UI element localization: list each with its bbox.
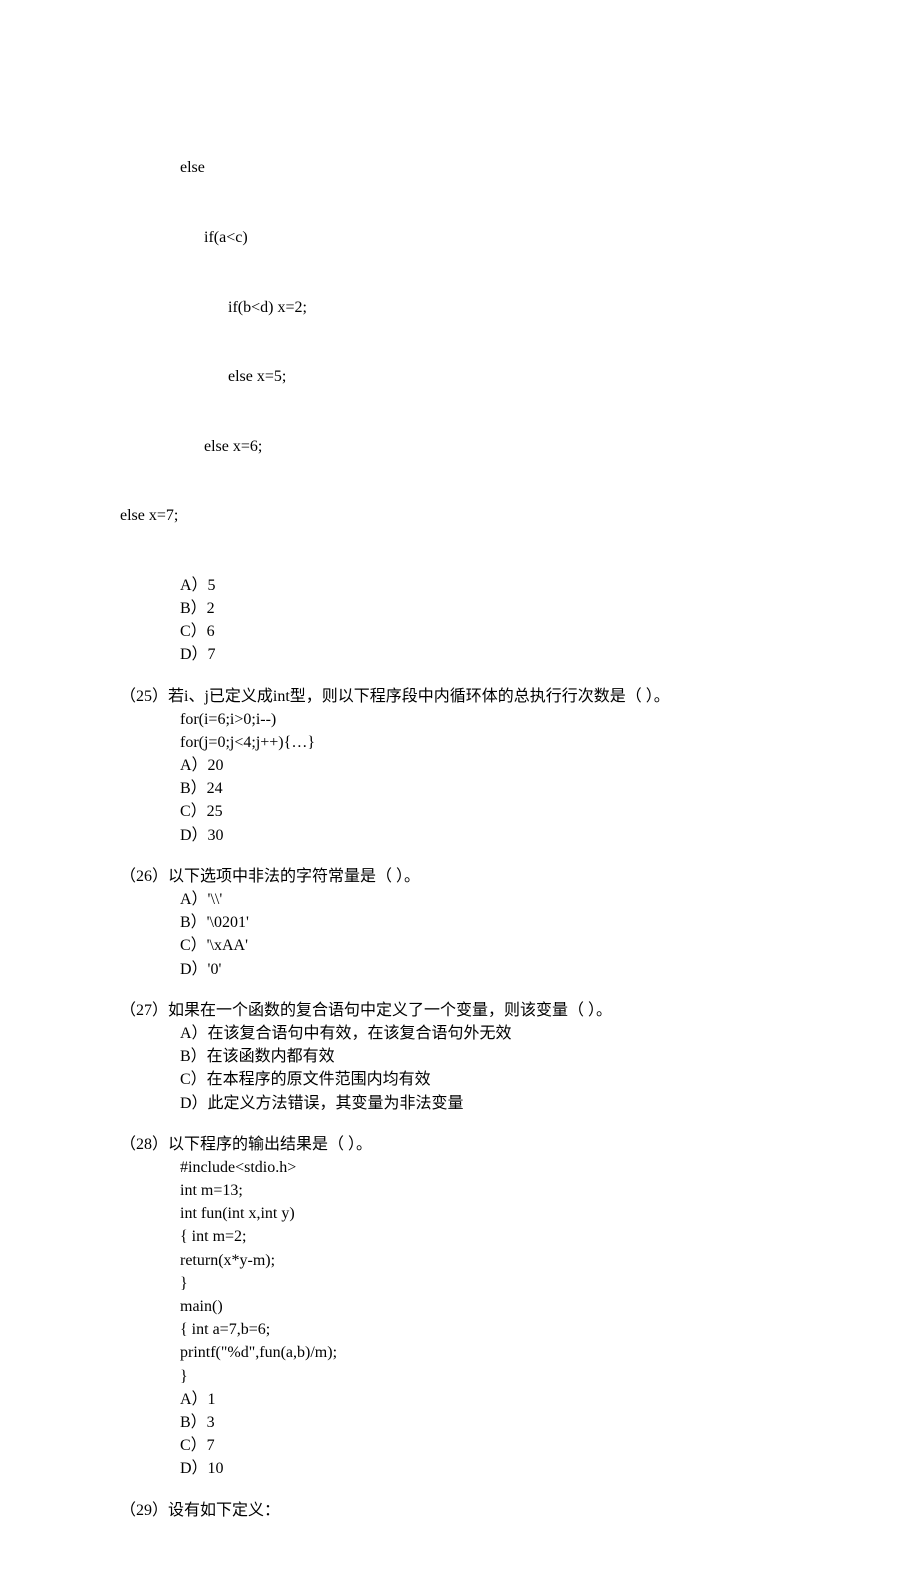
option-d: D）此定义方法错误，其变量为非法变量 [180,1092,830,1115]
question-stem: 以下程序的输出结果是（ ）。 [168,1133,830,1156]
code-line: if(b<d) x=2; [180,296,830,319]
question-stem: 若i、j已定义成int型，则以下程序段中内循环体的总执行行次数是（ ）。 [168,685,830,708]
question-number: （26） [120,865,168,888]
options-list: A）'\\' B）'\0201' C）'\xAA' D）'0' [180,888,830,981]
code-line: main() [180,1295,830,1318]
question-28: （28） 以下程序的输出结果是（ ）。 #include<stdio.h> in… [120,1133,830,1481]
question-26: （26） 以下选项中非法的字符常量是（ ）。 A）'\\' B）'\0201' … [120,865,830,981]
code-block: for(i=6;i>0;i--) for(j=0;j<4;j++){…} [120,708,830,754]
option-b: B）在该函数内都有效 [180,1045,830,1068]
option-c: C）7 [180,1434,830,1457]
code-line: else x=6; [180,435,830,458]
option-c: C）25 [180,800,830,823]
option-d: D）'0' [180,958,830,981]
code-line: #include<stdio.h> [180,1156,830,1179]
option-a: A）在该复合语句中有效，在该复合语句外无效 [180,1022,830,1045]
q24-continuation: else if(a<c) if(b<d) x=2; else x=5; else… [120,110,830,667]
code-line: else x=7; [120,504,830,527]
code-line: for(i=6;i>0;i--) [180,708,830,731]
option-d: D）30 [180,824,830,847]
option-a: A）20 [180,754,830,777]
option-b: B）3 [180,1411,830,1434]
question-number: （27） [120,999,168,1022]
options-list: A）5 B）2 C）6 D）7 [180,574,830,667]
question-stem: 设有如下定义： [168,1499,830,1522]
option-c: C）在本程序的原文件范围内均有效 [180,1068,830,1091]
code-line: for(j=0;j<4;j++){…} [180,731,830,754]
options-list: A）在该复合语句中有效，在该复合语句外无效 B）在该函数内都有效 C）在本程序的… [180,1022,830,1115]
option-d: D）7 [180,643,830,666]
question-number: （25） [120,685,168,708]
question-stem: 以下选项中非法的字符常量是（ ）。 [168,865,830,888]
code-line: int fun(int x,int y) [180,1202,830,1225]
code-line: } [180,1365,830,1388]
option-d: D）10 [180,1457,830,1480]
code-line: else [180,156,830,179]
option-c: C）6 [180,620,830,643]
question-stem: 如果在一个函数的复合语句中定义了一个变量，则该变量（ ）。 [168,999,830,1022]
option-b: B）2 [180,597,830,620]
code-line: { int m=2; [180,1225,830,1248]
option-a: A）5 [180,574,830,597]
question-29: （29） 设有如下定义： [120,1499,830,1522]
option-b: B）'\0201' [180,911,830,934]
code-line: } [180,1272,830,1295]
code-line: if(a<c) [180,226,830,249]
code-line: printf("%d",fun(a,b)/m); [180,1341,830,1364]
question-27: （27） 如果在一个函数的复合语句中定义了一个变量，则该变量（ ）。 A）在该复… [120,999,830,1115]
option-c: C）'\xAA' [180,934,830,957]
question-number: （28） [120,1133,168,1156]
option-b: B）24 [180,777,830,800]
question-25: （25） 若i、j已定义成int型，则以下程序段中内循环体的总执行行次数是（ ）… [120,685,830,847]
code-line: return(x*y-m); [180,1249,830,1272]
options-list: A）1 B）3 C）7 D）10 [180,1388,830,1481]
code-line: { int a=7,b=6; [180,1318,830,1341]
options-list: A）20 B）24 C）25 D）30 [180,754,830,847]
code-line: else x=5; [180,365,830,388]
option-a: A）'\\' [180,888,830,911]
option-a: A）1 [180,1388,830,1411]
question-number: （29） [120,1499,168,1522]
code-block: else if(a<c) if(b<d) x=2; else x=5; else… [180,110,830,574]
